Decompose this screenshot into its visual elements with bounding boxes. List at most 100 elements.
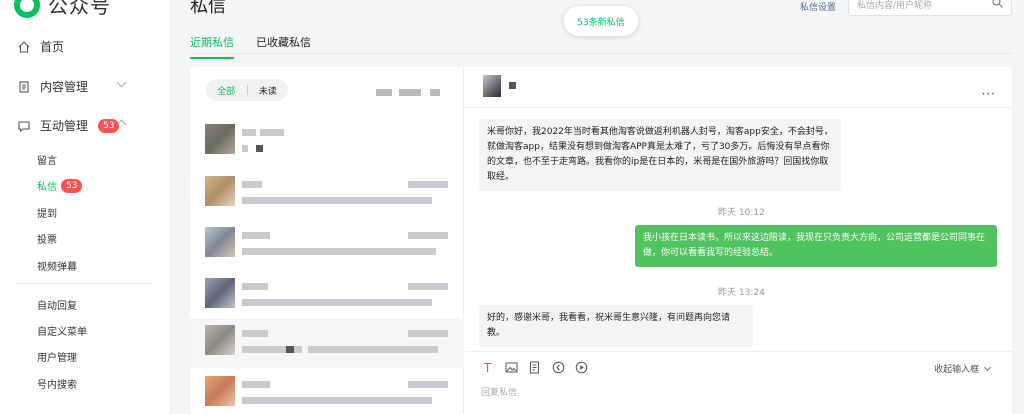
page-title: 私信 [190,0,226,17]
chat-window: ··· 米哥你好，我2022年当时看其他淘客说做返利机器人封号，淘客app安全，… [465,67,1012,414]
sidebar-sub-label: 留言 [37,156,57,167]
unread-badge: 53 [61,178,83,193]
sidebar-sub-danmaku[interactable]: 视频弹幕 [37,258,77,273]
redacted-text [242,397,432,404]
new-messages-button[interactable]: 53条新私信 [564,6,638,36]
sidebar-item-user-management[interactable]: 用户管理 [37,349,77,364]
tab-saved-messages[interactable]: 已收藏私信 [256,34,311,59]
avatar [205,227,235,257]
redacted-text [408,330,448,337]
redacted-text [242,232,270,239]
conversation-item[interactable] [190,220,464,270]
logo[interactable]: 公众号 [14,0,111,19]
sidebar-sub-mentions[interactable]: 提到 [37,205,57,220]
tabs-underline [190,53,1012,54]
redacted-text [286,346,294,353]
image-icon[interactable] [505,361,518,374]
avatar [205,278,235,308]
redacted-text [308,346,438,353]
avatar [205,376,235,406]
sidebar-item-custom-menu[interactable]: 自定义菜单 [37,323,87,338]
chevron-down-icon [983,363,992,372]
app-name: 公众号 [48,0,111,18]
redacted-text [242,381,270,388]
sidebar: 公众号 首页 内容管理 互动管理 53 留言 私信 53 提到 投票 视频弹幕 … [0,0,170,414]
redacted-text [260,129,284,136]
sidebar-sub-messages[interactable]: 私信 53 [37,178,83,193]
search-icon[interactable] [992,0,1003,8]
document-icon [19,80,29,93]
search-placeholder: 私信内容/用户昵称 [857,0,933,11]
filter-unread-button[interactable]: 未读 [248,84,289,97]
redacted-text [242,181,262,188]
sidebar-sub-label: 私信 [37,182,57,193]
home-icon [18,40,30,53]
redacted-text [408,283,448,290]
wechat-logo-icon [14,0,40,18]
message-settings-link[interactable]: 私信设置 [800,0,836,13]
redacted-text [256,145,263,152]
video-icon[interactable] [575,361,588,374]
audio-icon[interactable] [552,361,565,374]
sidebar-item-content[interactable]: 内容管理 [18,78,88,95]
tab-recent-messages[interactable]: 近期私信 [190,34,234,59]
conversation-item[interactable] [190,318,464,368]
sidebar-item-home[interactable]: 首页 [18,38,64,55]
sidebar-sub-comments[interactable]: 留言 [37,152,57,167]
avatar [205,176,235,206]
text-format-icon[interactable]: T [481,361,494,375]
redacted-text [399,89,421,96]
incoming-message: 米哥你好，我2022年当时看其他淘客说做返利机器人封号，淘客app安全，不会封号… [479,119,841,191]
redacted-text [242,283,268,290]
redacted-text [408,181,448,188]
sidebar-sub-label: 自定义菜单 [37,327,87,338]
collapse-input-button[interactable]: 收起输入框 [934,362,992,375]
sidebar-sub-votes[interactable]: 投票 [37,231,57,246]
redacted-text [242,197,432,204]
more-options-icon[interactable]: ··· [982,87,996,101]
chat-header-divider [465,107,1012,108]
redacted-text [430,89,440,96]
redacted-text [242,129,256,136]
messages-panel: 全部 未读 ··· 米哥你好，我2022年当时看其他淘客说做返利机器人封号，淘客… [190,67,1012,414]
sidebar-sub-label: 用户管理 [37,353,77,364]
reply-input[interactable]: 回复私信 [481,385,517,398]
conversation-list[interactable]: 全部 未读 [190,67,464,414]
conversation-item[interactable] [190,117,464,167]
sidebar-sub-label: 自动回复 [37,301,77,312]
unread-badge: 53 [98,118,120,133]
chevron-down-icon[interactable] [116,77,127,88]
sidebar-sub-label: 投票 [37,235,57,246]
redacted-text [408,232,448,239]
search-input[interactable]: 私信内容/用户昵称 [848,0,1012,16]
collapse-input-label: 收起输入框 [934,365,980,375]
filter-all-button[interactable]: 全部 [206,84,247,97]
article-icon[interactable] [528,361,541,374]
redacted-text [242,330,268,337]
message-time: 昨天 13:24 [718,288,765,298]
redacted-text [242,145,248,152]
sidebar-sub-label: 提到 [37,209,57,220]
incoming-message: 好的，感谢米哥，我看看，祝米哥生意兴隆，有问题再向您请教。 [479,305,753,347]
redacted-text [509,82,516,89]
conversation-item[interactable] [190,271,464,321]
sidebar-item-label: 互动管理 [40,119,89,133]
sidebar-divider [17,283,153,284]
conversation-item[interactable] [190,369,464,414]
outgoing-message: 我小孩在日本读书，所以来这边陪读，我现在只负责大方向，公司运营都是公司同事在做，… [635,225,997,267]
sidebar-item-label: 首页 [40,40,65,54]
redacted-text [242,299,432,306]
redacted-text [408,381,448,388]
sidebar-item-label: 内容管理 [40,80,89,94]
read-filter: 全部 未读 [206,79,288,101]
avatar [483,75,501,97]
message-time: 昨天 10:12 [718,208,765,218]
redacted-text [242,248,436,255]
message-tabs: 近期私信 已收藏私信 [190,34,311,59]
sidebar-item-auto-reply[interactable]: 自动回复 [37,297,77,312]
sidebar-item-interaction[interactable]: 互动管理 53 [18,117,120,134]
sidebar-sub-label: 视频弹幕 [37,262,77,273]
conversation-item[interactable] [190,169,464,219]
sidebar-item-in-account-search[interactable]: 号内搜索 [37,376,77,391]
input-divider [465,351,1012,352]
